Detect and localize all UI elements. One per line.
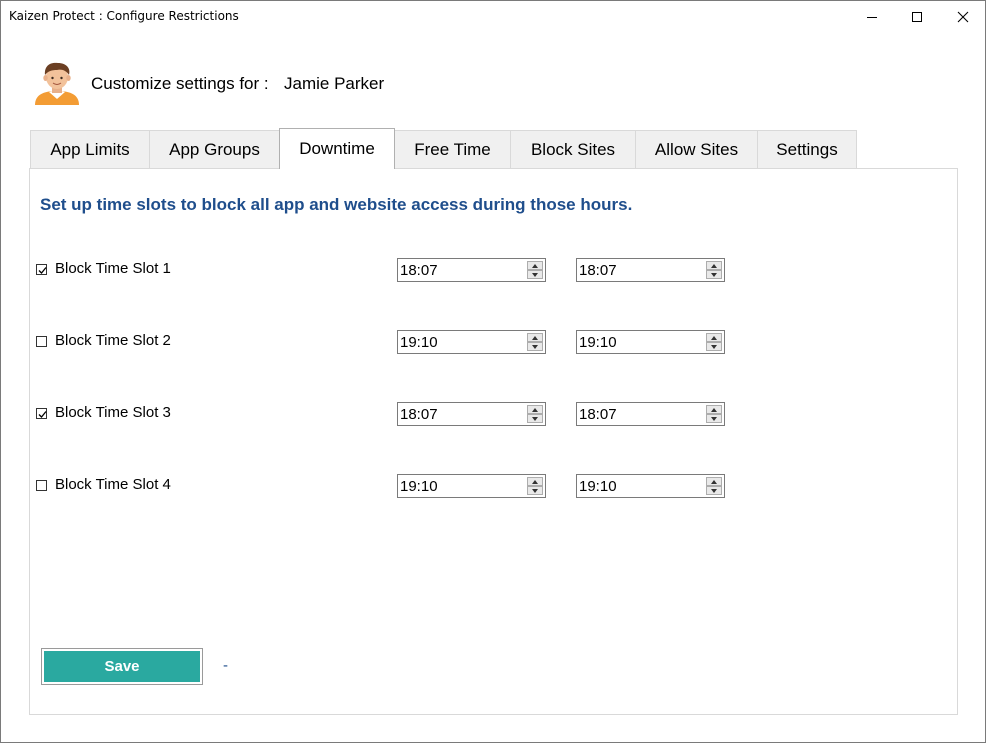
slot-checkbox[interactable] [36,336,47,347]
time-spinner[interactable] [706,333,722,351]
app-window: Kaizen Protect : Configure Restrictions … [0,0,986,743]
chevron-down-icon [532,489,538,493]
end-time-value: 18:07 [579,406,617,423]
tab-content-panel [29,168,958,715]
chevron-down-icon [711,345,717,349]
start-time-picker[interactable]: 18:07 [397,258,546,282]
time-slot-row: Block Time Slot 2 19:10 19:10 [1,330,986,354]
chevron-up-icon [711,264,717,268]
spin-down-button[interactable] [706,270,722,279]
spin-up-button[interactable] [706,333,722,342]
end-time-picker[interactable]: 18:07 [576,258,725,282]
slot-checkbox[interactable] [36,408,47,419]
chevron-down-icon [711,489,717,493]
start-time-value: 19:10 [400,478,438,495]
end-time-picker[interactable]: 19:10 [576,330,725,354]
close-button[interactable] [940,1,986,32]
time-spinner[interactable] [527,333,543,351]
chevron-down-icon [532,273,538,277]
user-name: Jamie Parker [284,74,385,93]
slot-checkbox[interactable] [36,264,47,275]
chevron-down-icon [532,417,538,421]
tab-block-sites[interactable]: Block Sites [510,130,636,168]
user-header [31,61,83,105]
tab-settings[interactable]: Settings [757,130,857,168]
spin-down-button[interactable] [706,486,722,495]
spin-up-button[interactable] [706,405,722,414]
tab-allow-sites[interactable]: Allow Sites [635,130,758,168]
start-time-value: 18:07 [400,262,438,279]
slot-checkbox[interactable] [36,480,47,491]
checkmark-icon [38,267,47,274]
start-time-value: 19:10 [400,334,438,351]
tab-app-limits[interactable]: App Limits [30,130,150,168]
time-slot-row: Block Time Slot 1 18:07 18:07 [1,258,986,282]
tab-free-time[interactable]: Free Time [394,130,511,168]
spin-down-button[interactable] [706,414,722,423]
spin-down-button[interactable] [527,486,543,495]
end-time-value: 18:07 [579,262,617,279]
spin-up-button[interactable] [706,477,722,486]
start-time-value: 18:07 [400,406,438,423]
maximize-icon [912,11,922,22]
checkmark-icon [38,411,47,418]
status-text: - [223,657,228,674]
chevron-down-icon [711,273,717,277]
chevron-up-icon [711,336,717,340]
spin-up-button[interactable] [527,333,543,342]
chevron-up-icon [711,480,717,484]
start-time-picker[interactable]: 19:10 [397,330,546,354]
spin-down-button[interactable] [706,342,722,351]
tab-downtime[interactable]: Downtime [279,128,395,169]
spin-up-button[interactable] [527,261,543,270]
time-spinner[interactable] [706,405,722,423]
slot-label: Block Time Slot 4 [55,476,171,493]
chevron-up-icon [532,336,538,340]
chevron-up-icon [532,480,538,484]
spin-down-button[interactable] [527,342,543,351]
spin-up-button[interactable] [527,405,543,414]
chevron-up-icon [711,408,717,412]
spin-up-button[interactable] [706,261,722,270]
slot-label: Block Time Slot 3 [55,404,171,421]
time-spinner[interactable] [706,477,722,495]
start-time-picker[interactable]: 19:10 [397,474,546,498]
tab-app-groups[interactable]: App Groups [149,130,280,168]
slot-label: Block Time Slot 2 [55,332,171,349]
chevron-down-icon [711,417,717,421]
end-time-picker[interactable]: 19:10 [576,474,725,498]
chevron-up-icon [532,408,538,412]
time-slot-row: Block Time Slot 3 18:07 18:07 [1,402,986,426]
chevron-down-icon [532,345,538,349]
downtime-intro: Set up time slots to block all app and w… [40,195,633,214]
end-time-value: 19:10 [579,478,617,495]
save-button-label: Save [44,651,200,682]
time-spinner[interactable] [706,261,722,279]
close-icon [957,11,969,22]
user-avatar-icon [35,62,79,105]
window-title: Kaizen Protect : Configure Restrictions [9,9,239,23]
spin-down-button[interactable] [527,414,543,423]
time-spinner[interactable] [527,261,543,279]
end-time-picker[interactable]: 18:07 [576,402,725,426]
minimize-button[interactable] [849,1,895,32]
minimize-icon [867,16,877,18]
start-time-picker[interactable]: 18:07 [397,402,546,426]
slot-label: Block Time Slot 1 [55,260,171,277]
time-spinner[interactable] [527,405,543,423]
title-bar: Kaizen Protect : Configure Restrictions [1,1,985,32]
spin-down-button[interactable] [527,270,543,279]
maximize-button[interactable] [894,1,940,32]
spin-up-button[interactable] [527,477,543,486]
time-slot-row: Block Time Slot 4 19:10 19:10 [1,474,986,498]
chevron-up-icon [532,264,538,268]
save-button[interactable]: Save [41,648,203,685]
customize-label: Customize settings for : [91,74,269,93]
time-spinner[interactable] [527,477,543,495]
end-time-value: 19:10 [579,334,617,351]
